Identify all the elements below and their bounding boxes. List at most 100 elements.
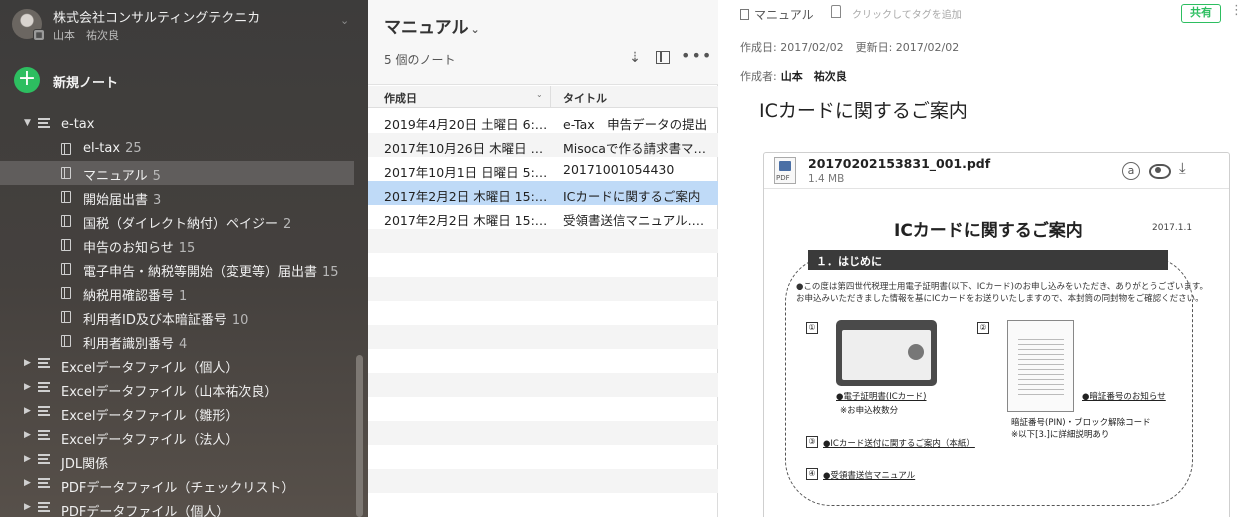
note-list-header: マニュアル ⌄ 5 個のノート ⇣ ••• — [368, 0, 718, 85]
table-row[interactable]: 2017年10月26日 木曜日 8… Misocaで作る請求書マ… — [368, 133, 718, 157]
empty-row — [368, 229, 718, 253]
notebook-stack-icon — [38, 406, 50, 418]
note-title[interactable]: ICカードに関するご案内 — [759, 96, 968, 123]
empty-row — [368, 397, 718, 421]
empty-row — [368, 301, 718, 325]
sort-icon[interactable]: ⇣ — [626, 50, 644, 66]
column-header-created[interactable]: 作成日 — [384, 90, 417, 106]
preview-item-pin: 暗証番号(PIN)・ブロック解除コード — [1011, 418, 1151, 428]
account-user: 山本 祐次良 — [53, 29, 119, 42]
table-row[interactable]: 2017年2月2日 木曜日 15:40 受領書送信マニュアル.pdf — [368, 205, 718, 229]
note-editor: マニュアル クリックしてタグを追加 共有 ⋮ 作成日: 2017/02/02 更新… — [719, 0, 1238, 517]
empty-row — [368, 445, 718, 469]
author-name: 山本 祐次良 — [780, 70, 847, 83]
account-switcher[interactable]: ▦ 株式会社コンサルティングテクニカ 山本 祐次良 ⌄ — [0, 0, 368, 50]
expand-arrow-icon[interactable]: ▶ — [24, 454, 31, 464]
sidebar-notebook-stack-10[interactable]: ▶ Excelデータファイル（個人） — [0, 353, 354, 377]
pdf-attachment[interactable]: PDF 20170202153831_001.pdf 1.4 MB a ⤓ IC… — [763, 152, 1230, 517]
new-note-button[interactable]: + 新規ノート — [14, 67, 214, 93]
note-author: 作成者: 山本 祐次良 — [740, 68, 847, 84]
preview-eye-icon[interactable] — [1149, 163, 1171, 179]
preview-item-pin-note: ※以下[3.]に詳細説明あり — [1011, 430, 1110, 440]
notebook-name: e-tax — [61, 117, 95, 132]
sidebar-item-label: 電子申告・納税等開始（変更等）届出書 15 — [83, 261, 339, 280]
notebook-name: 利用者識別番号 — [83, 337, 175, 352]
notebook-stack-icon — [38, 478, 50, 490]
note-count-badge: 15 — [178, 241, 196, 256]
table-row[interactable]: 2019年4月20日 土曜日 6:07 e-Tax 申告データの提出 — [368, 109, 718, 133]
sidebar-notebook-stack-11[interactable]: ▶ Excelデータファイル（山本祐次良） — [0, 377, 354, 401]
sidebar-notebook-9[interactable]: 利用者識別番号 4 — [0, 329, 354, 353]
sidebar-notebook-stack-15[interactable]: ▶ PDFデータファイル（チェックリスト） — [0, 473, 354, 497]
table-row[interactable]: 2017年2月2日 木曜日 15:46 ICカードに関するご案内 — [368, 181, 718, 205]
empty-row — [368, 277, 718, 301]
preview-section-heading: １．はじめに — [808, 250, 1168, 270]
cell-created: 2017年10月1日 日曜日 5:46 — [384, 165, 549, 180]
add-tag-field[interactable]: クリックしてタグを追加 — [852, 6, 962, 21]
empty-row — [368, 469, 718, 493]
notebook-stack-icon — [38, 358, 50, 370]
collapse-arrow-icon[interactable]: ▼ — [24, 118, 31, 128]
sidebar-notebook-stack-0[interactable]: ▼ e-tax — [0, 113, 354, 137]
column-divider[interactable] — [550, 86, 551, 108]
expand-arrow-icon[interactable]: ▶ — [24, 430, 31, 440]
notebook-name: 利用者ID及び本暗証番号 — [83, 313, 227, 328]
sidebar-notebook-8[interactable]: 利用者ID及び本暗証番号 10 — [0, 305, 354, 329]
sidebar-notebook-4[interactable]: 国税（ダイレクト納付）ペイジー 2 — [0, 209, 354, 233]
preview-item-manual: ●受領書送信マニュアル — [823, 471, 916, 481]
notebook-name: Excelデータファイル（雛形） — [61, 409, 239, 424]
expand-arrow-icon[interactable]: ▶ — [24, 358, 31, 368]
notebook-name: Excelデータファイル（山本祐次良） — [61, 385, 278, 400]
sidebar-notebook-3[interactable]: 開始届出書 3 — [0, 185, 354, 209]
notebook-name: Excelデータファイル（法人） — [61, 433, 239, 448]
notebook-name: 納税用確認番号 — [83, 289, 175, 304]
sidebar-notebook-2[interactable]: マニュアル 5 — [0, 161, 354, 185]
note-notebook-link[interactable]: マニュアル — [740, 6, 814, 23]
empty-row — [368, 373, 718, 397]
sidebar-item-label: マニュアル 5 — [83, 165, 161, 184]
sidebar-notebook-stack-12[interactable]: ▶ Excelデータファイル（雛形） — [0, 401, 354, 425]
new-note-label: 新規ノート — [53, 76, 119, 91]
sidebar-notebook-7[interactable]: 納税用確認番号 1 — [0, 281, 354, 305]
sidebar-notebook-stack-14[interactable]: ▶ JDL関係 — [0, 449, 354, 473]
sidebar-notebook-6[interactable]: 電子申告・納税等開始（変更等）届出書 15 — [0, 257, 354, 281]
preview-date: 2017.1.1 — [1152, 223, 1193, 233]
expand-arrow-icon[interactable]: ▶ — [24, 406, 31, 416]
annotate-icon[interactable]: a — [1122, 162, 1140, 180]
notebook-title-menu[interactable]: マニュアル ⌄ — [384, 13, 480, 38]
tag-icon — [831, 5, 841, 18]
notebook-title: マニュアル — [384, 18, 469, 38]
sidebar-item-label: 開始届出書 3 — [83, 189, 161, 208]
more-icon[interactable]: ⋮ — [1230, 3, 1238, 18]
download-icon[interactable]: ⤓ — [1179, 159, 1186, 177]
share-button[interactable]: 共有 — [1181, 4, 1221, 23]
more-icon[interactable]: ••• — [681, 46, 711, 65]
attachment-name: 20170202153831_001.pdf — [808, 156, 991, 171]
table-row[interactable]: 2017年10月1日 日曜日 5:46 20171001054430 — [368, 157, 718, 181]
notebook-icon — [61, 239, 71, 251]
cell-title: e-Tax 申告データの提出 — [563, 117, 708, 132]
note-count-badge: 15 — [322, 265, 339, 280]
notebook-name: マニュアル — [83, 169, 148, 184]
sidebar-notebook-stack-13[interactable]: ▶ Excelデータファイル（法人） — [0, 425, 354, 449]
sidebar-notebook-1[interactable]: el-tax 25 — [0, 137, 354, 161]
sidebar-scrollbar[interactable] — [356, 355, 363, 517]
notebook-name: JDL関係 — [61, 457, 109, 472]
preview-intro-line1: ●この度は第四世代税理士用電子証明書(以下、ICカード)のお申し込みをいただき、… — [796, 282, 1209, 292]
column-header-title[interactable]: タイトル — [563, 90, 607, 106]
sidebar-item-label: 利用者識別番号 4 — [83, 333, 187, 352]
expand-arrow-icon[interactable]: ▶ — [24, 382, 31, 392]
chevron-down-icon[interactable]: ⌄ — [340, 14, 349, 27]
preview-item-pin-notice: ●暗証番号のお知らせ — [1082, 392, 1166, 402]
view-options-icon[interactable] — [654, 50, 672, 66]
sidebar-notebook-stack-16[interactable]: ▶ PDFデータファイル（個人） — [0, 497, 354, 517]
expand-arrow-icon[interactable]: ▶ — [24, 478, 31, 488]
sidebar-item-label: Excelデータファイル（山本祐次良） — [61, 381, 277, 400]
sidebar-notebook-5[interactable]: 申告のお知らせ 15 — [0, 233, 354, 257]
pin-notice-image — [1007, 320, 1074, 412]
pdf-file-icon: PDF — [774, 157, 796, 184]
expand-arrow-icon[interactable]: ▶ — [24, 502, 31, 512]
author-label: 作成者: — [740, 70, 777, 83]
sidebar-item-label: 利用者ID及び本暗証番号 10 — [83, 309, 248, 328]
empty-row — [368, 253, 718, 277]
